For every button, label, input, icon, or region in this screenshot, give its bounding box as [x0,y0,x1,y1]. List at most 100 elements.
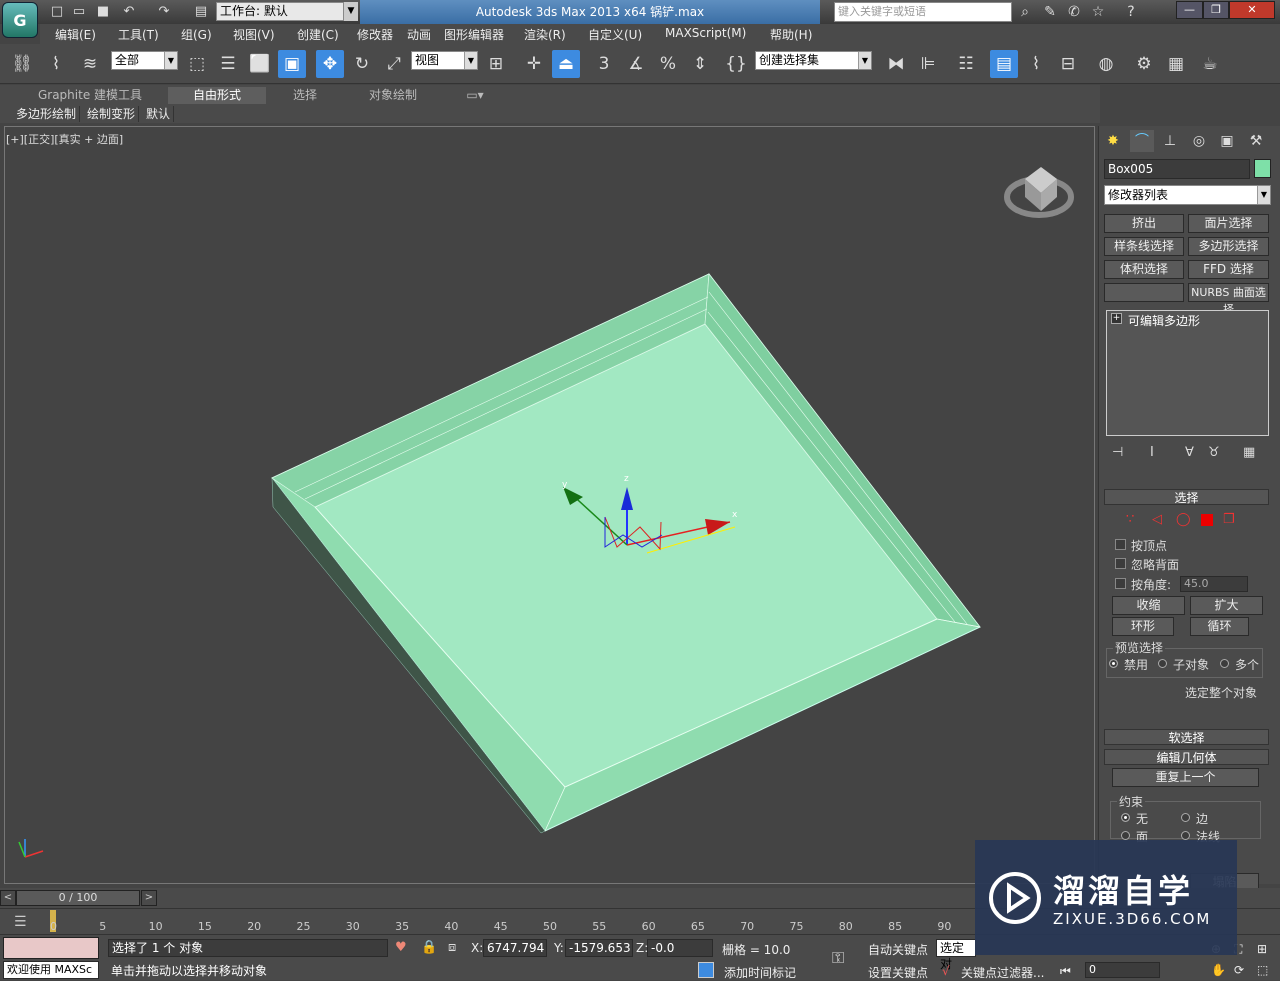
ignore-backface-checkbox[interactable] [1115,558,1126,569]
make-unique-icon[interactable]: ∀ [1185,445,1194,460]
rollout-selection-header[interactable]: 选择 [1104,489,1269,505]
viewport-orthographic[interactable]: z x y [4,126,1095,884]
scene-explorer-icon[interactable]: ▤ [990,50,1018,78]
show-end-result-icon[interactable]: Ⅰ [1150,445,1154,460]
schematic-view-icon[interactable]: ⊟ [1054,50,1082,78]
empty-mod-button[interactable] [1104,283,1184,302]
ribbon-options-icon[interactable]: ▭▾ [462,87,488,104]
menu-graph-editors[interactable]: 图形编辑器 [444,26,504,43]
menu-customize[interactable]: 自定义(U) [588,26,642,43]
layer-manager-icon[interactable]: ☷ [952,50,980,78]
pan-icon[interactable]: ✋ [1211,963,1226,977]
z-coord-field[interactable]: -0.0 [647,939,713,957]
select-and-move-icon[interactable]: ✥ [316,50,344,78]
maximize-button[interactable]: ❐ [1203,1,1229,19]
maxscript-mini-listener[interactable]: 欢迎使用 MAXSc [3,961,99,979]
rect-selection-region-icon[interactable]: ⬜ [246,50,274,78]
binoculars-icon[interactable]: ⌕ [1014,3,1036,21]
loop-button[interactable]: 循环 [1190,617,1249,636]
auto-key-button[interactable]: 自动关键点 [868,941,928,958]
menu-animation[interactable]: 动画 [407,26,431,43]
mini-curve-editor-icon[interactable]: ☰ [14,914,27,930]
isolate-selection-icon[interactable]: ♥ [395,940,407,955]
utilities-tab-icon[interactable]: ⚒ [1244,130,1268,152]
preview-multi-radio[interactable] [1220,659,1229,668]
time-slider-thumb[interactable]: 0 / 100 [16,890,140,906]
current-frame-field[interactable]: 0 [1085,962,1160,978]
spinner-snap-icon[interactable]: ⇕ [686,50,714,78]
subtab-paint-deform[interactable]: 绘制变形 [84,106,140,122]
extrude-mod-button[interactable]: 挤出 [1104,214,1184,233]
poly-select-button[interactable]: 多边形选择 [1188,237,1269,256]
workspace-dropdown-arrow[interactable]: ▼ [344,2,358,21]
ring-button[interactable]: 环形 [1112,617,1174,636]
subscription-icon[interactable]: ✎ [1039,3,1061,21]
configure-sets-icon[interactable]: ▦ [1243,445,1255,460]
lock-selection-icon[interactable]: 🔒 [421,940,437,955]
search-input[interactable]: 键入关键字或短语 [834,2,1012,22]
menu-help[interactable]: 帮助(H) [770,26,812,43]
create-tab-icon[interactable]: ✸ [1101,130,1125,152]
display-tab-icon[interactable]: ▣ [1215,130,1239,152]
by-angle-checkbox[interactable] [1115,578,1126,589]
element-mode-icon[interactable]: ❒ [1223,512,1235,527]
maxscript-listener-swatch[interactable] [3,937,99,959]
tab-freeform[interactable]: 自由形式 [168,87,266,104]
spline-select-button[interactable]: 样条线选择 [1104,237,1184,256]
close-button[interactable]: ✕ [1229,1,1275,19]
menu-edit[interactable]: 编辑(E) [55,26,96,43]
select-and-scale-icon[interactable]: ⤢ [380,50,408,78]
menu-tools[interactable]: 工具(T) [118,26,159,43]
rollout-soft-selection-header[interactable]: 软选择 [1104,729,1269,745]
time-slider-next-icon[interactable]: > [141,890,157,906]
workspace-dropdown[interactable]: 工作台: 默认 [216,2,344,21]
curve-editor-icon[interactable]: ⌇ [1022,50,1050,78]
menu-modifiers[interactable]: 修改器 [357,26,393,43]
tab-object-paint[interactable]: 对象绘制 [352,87,434,104]
go-to-start-icon[interactable]: ⏮ [1060,964,1071,979]
remove-modifier-icon[interactable]: ♉ [1208,445,1220,460]
edge-mode-icon[interactable]: ◁ [1152,512,1162,527]
modify-tab-icon[interactable]: ⌒ [1130,130,1154,152]
open-file-icon[interactable]: ▭ [70,3,88,20]
key-selection-dropdown[interactable]: 选定对 [936,939,976,971]
repeat-last-button[interactable]: 重复上一个 [1112,768,1259,787]
absolute-mode-icon[interactable]: ⧈ [448,940,456,955]
set-key-icon[interactable]: ⚿ [832,948,844,968]
constraint-edge-radio[interactable] [1181,813,1190,822]
pivot-center-icon[interactable]: ⊞ [482,50,510,78]
render-teapot-icon[interactable]: ☕ [1196,50,1224,78]
window-crossing-icon[interactable]: ▣ [278,50,306,78]
volume-select-button[interactable]: 体积选择 [1104,260,1184,279]
constraint-none-radio[interactable] [1121,813,1130,822]
project-folder-icon[interactable]: ▤ [192,3,210,20]
unlink-icon[interactable]: ⌇ [42,50,70,78]
maximize-viewport-icon[interactable]: ⬚ [1257,963,1268,977]
preview-off-radio[interactable] [1109,659,1118,668]
angle-spinner[interactable]: 45.0 [1180,576,1248,592]
stack-item-editable-poly[interactable]: 可编辑多边形 [1128,312,1200,329]
percent-snap-icon[interactable]: % [654,50,682,78]
key-filters-icon[interactable]: √ [942,964,950,978]
patch-select-button[interactable]: 面片选择 [1188,214,1269,233]
expand-plus-icon[interactable]: + [1111,313,1122,324]
polygon-mode-icon[interactable] [1201,514,1213,526]
help-icon[interactable]: ? [1120,3,1142,21]
constraint-face-radio[interactable] [1121,831,1130,840]
undo-icon[interactable]: ↶ [120,3,138,20]
preview-subobject-radio[interactable] [1158,659,1167,668]
selection-filter-dropdown[interactable]: 全部 ▼ [111,51,178,70]
subtab-defaults[interactable]: 默认 [143,106,175,122]
key-filters-button[interactable]: 关键点过滤器... [961,964,1044,981]
subtab-polydraw[interactable]: 多边形绘制 [13,106,81,122]
ffd-select-button[interactable]: FFD 选择 [1188,260,1269,279]
save-icon[interactable]: ■ [94,3,112,20]
keyboard-shortcut-override-icon[interactable]: ⏏ [552,50,580,78]
material-editor-icon[interactable]: ◍ [1092,50,1120,78]
select-by-name-icon[interactable]: ☰ [214,50,242,78]
redo-icon[interactable]: ↷ [155,3,173,20]
rendered-frame-window-icon[interactable]: ▦ [1162,50,1190,78]
x-coord-field[interactable]: 6747.794 [483,939,547,957]
rollout-edit-geometry-header[interactable]: 编辑几何体 [1104,749,1269,765]
hierarchy-tab-icon[interactable]: ⊥ [1158,130,1182,152]
